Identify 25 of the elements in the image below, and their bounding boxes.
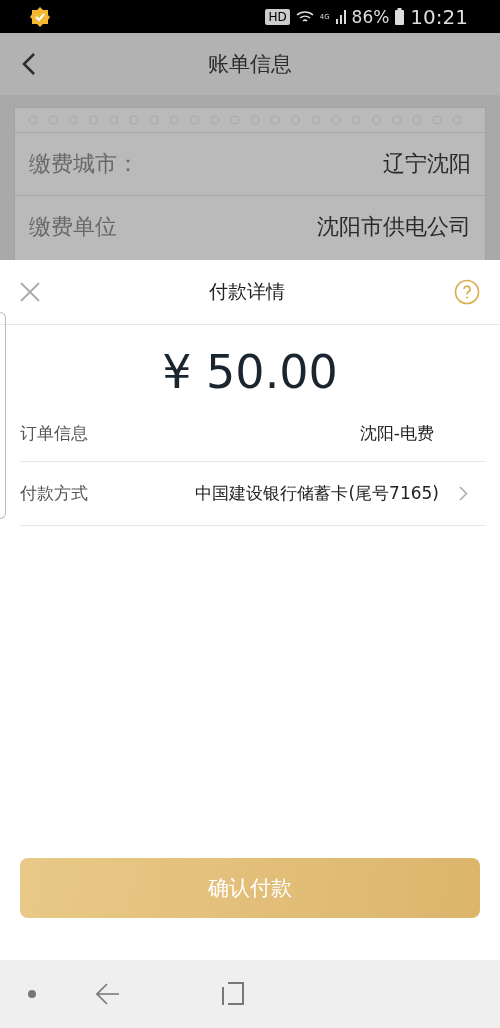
dot-icon[interactable] [28,990,36,998]
payment-amount: ¥ 50.00 [162,345,338,399]
detail-value: 沈阳-电费 [359,421,434,445]
bill-value: 沈阳市供电公司 [317,213,471,241]
verified-badge-icon [30,6,50,27]
signal-icon [335,9,346,24]
back-arrow-icon[interactable] [96,983,120,1005]
bill-label: 缴费城市： [29,150,139,178]
help-icon[interactable] [454,279,480,305]
back-icon[interactable] [22,53,36,75]
bill-value: 辽宁沈阳 [383,150,471,178]
page-title: 账单信息 [208,51,292,78]
chevron-right-icon[interactable] [459,486,468,501]
hd-indicator: HD [265,8,290,25]
detail-label: 订单信息 [20,421,88,445]
detail-label: 付款方式 [20,482,88,505]
recents-icon[interactable] [222,982,244,1006]
sheet-title: 付款详情 [209,279,285,304]
bill-label: 缴费单位 [29,213,117,241]
battery-percent: 86% [351,6,390,27]
detail-value[interactable]: 中国建设银行储蓄卡(尾号7165) [195,482,439,505]
wifi-icon [295,9,314,24]
battery-icon [395,8,405,25]
clock: 10:21 [410,4,468,29]
close-icon[interactable] [20,282,40,302]
